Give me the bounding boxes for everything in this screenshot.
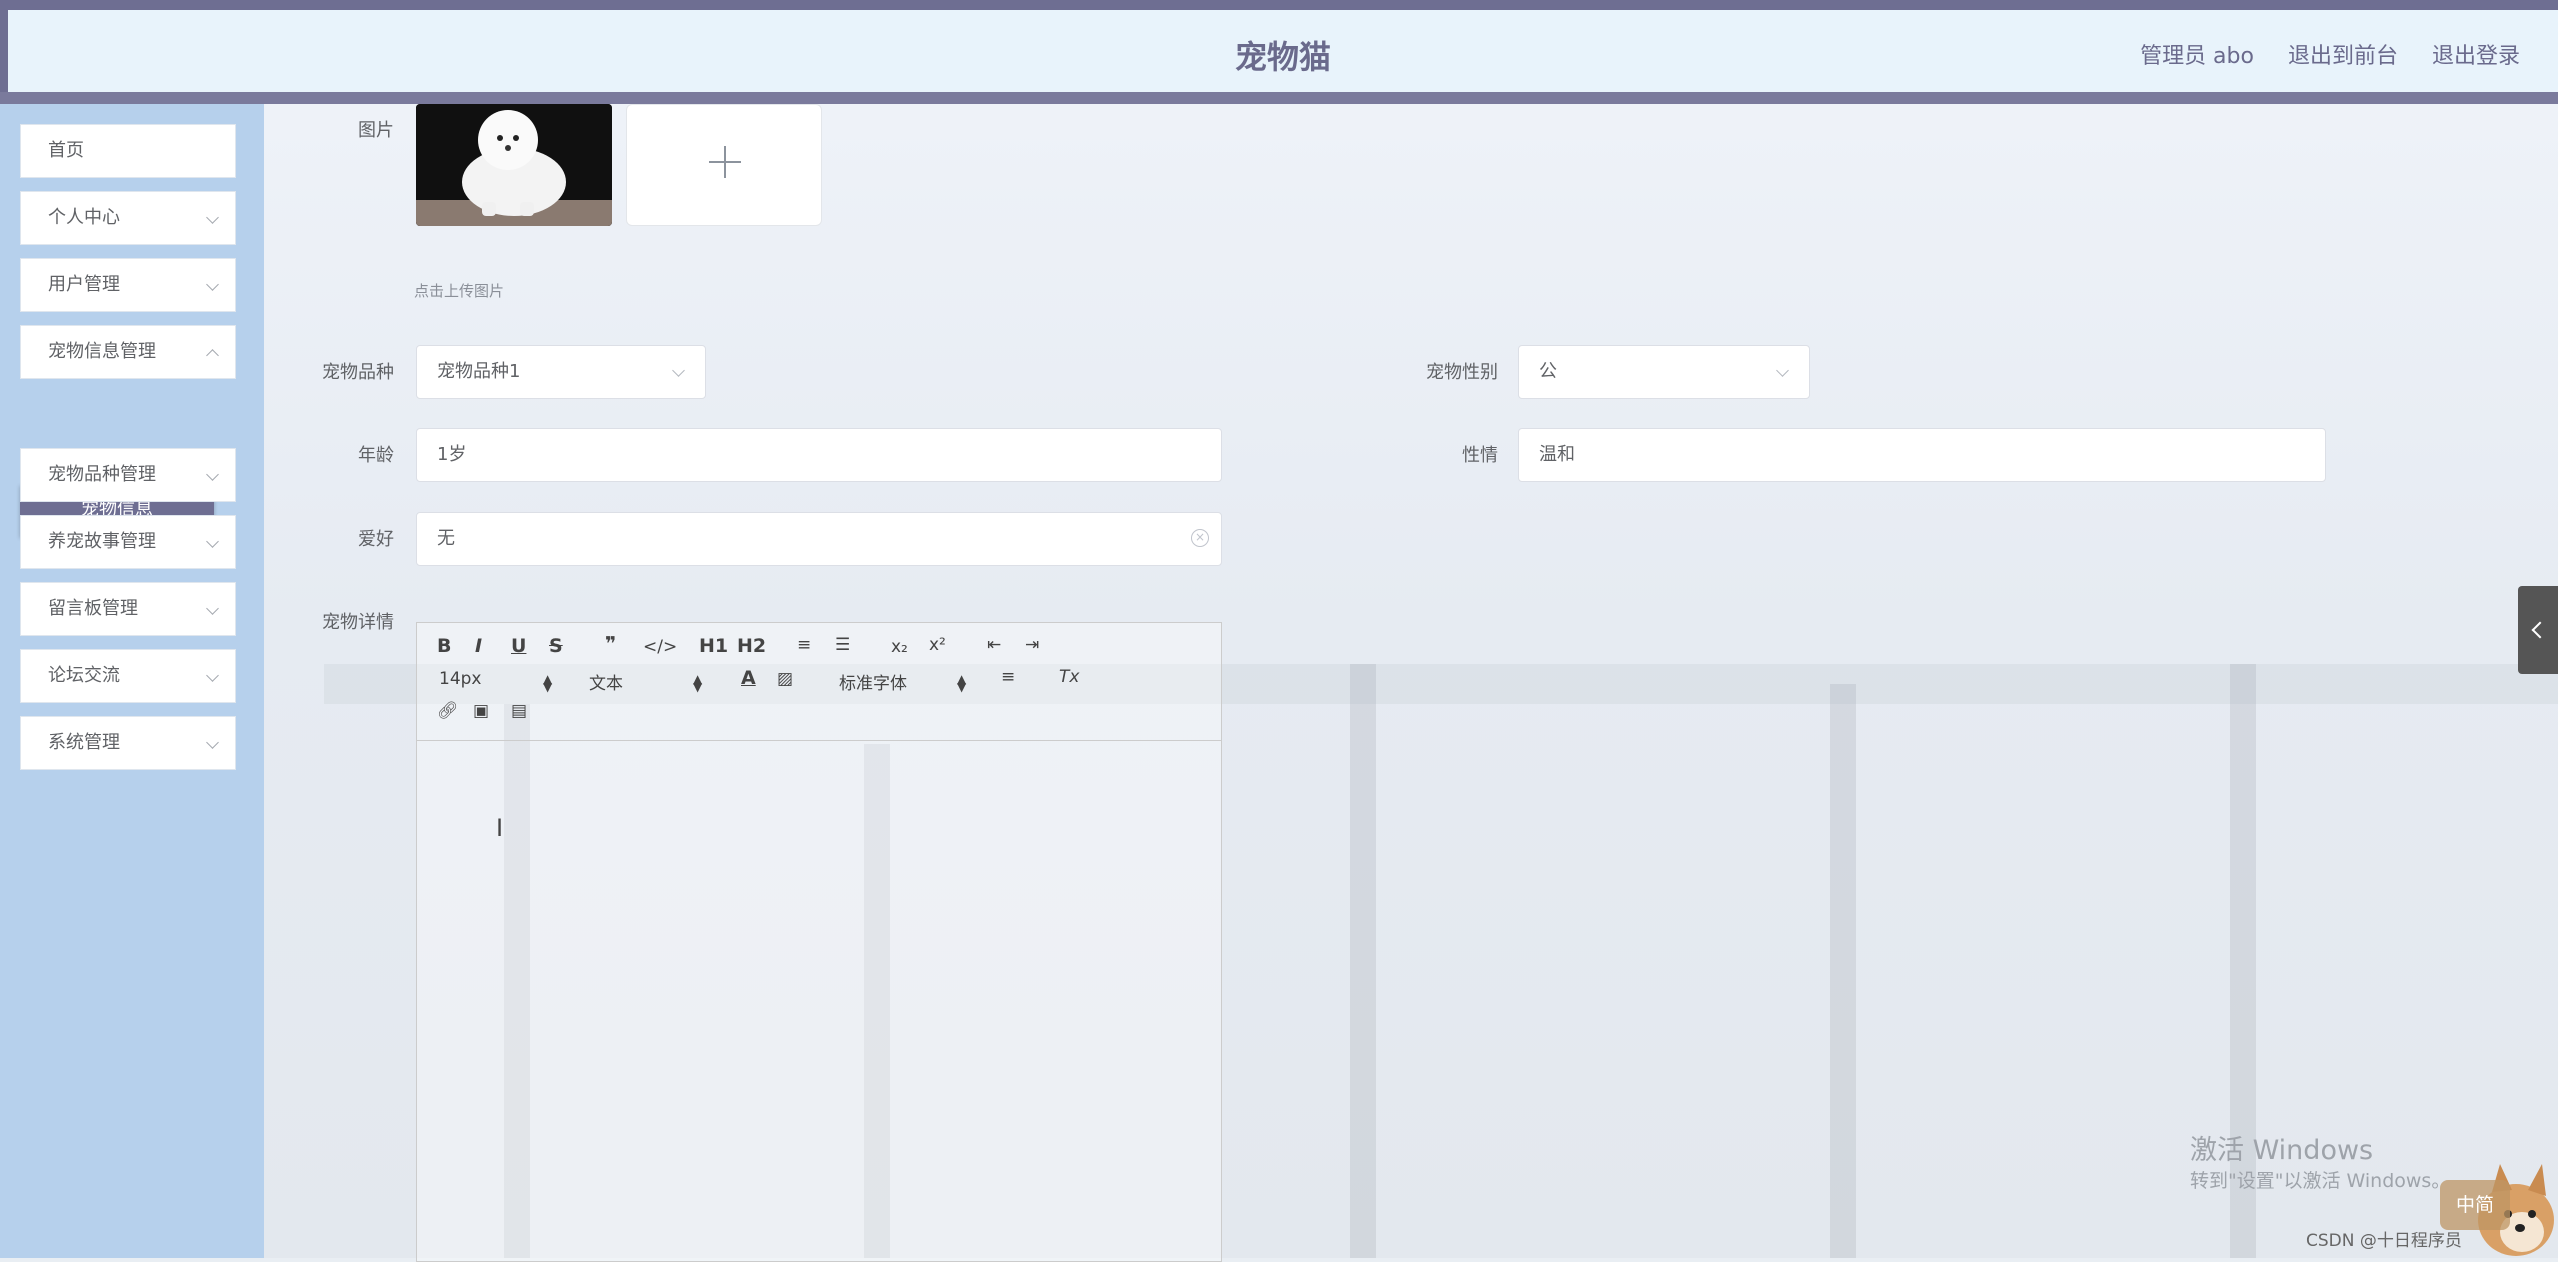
paragraph-select[interactable]: 文本 (589, 669, 623, 694)
chevron-down-icon (206, 602, 219, 615)
sidebar-item-personal-center[interactable]: 个人中心 (20, 191, 236, 245)
indent-icon[interactable]: ⇥ (1025, 635, 1039, 655)
sidebar-item-label: 首页 (48, 140, 84, 161)
sidebar-item-breed-management[interactable]: 宠物品种管理 (20, 448, 236, 502)
font-size-select[interactable]: 14px (439, 669, 481, 689)
temper-input-value: 温和 (1539, 444, 1575, 465)
windows-activation-title: 激活 Windows (2190, 1135, 2374, 1166)
font-family-select[interactable]: 标准字体 (839, 669, 907, 694)
chevron-down-icon (206, 669, 219, 682)
back-to-front-link[interactable]: 退出到前台 (2288, 38, 2398, 70)
gender-select-value: 公 (1539, 361, 1557, 382)
ime-badge: 中简 (2440, 1180, 2510, 1230)
chevron-down-icon (206, 211, 219, 224)
sidebar-item-system-management[interactable]: 系统管理 (20, 716, 236, 770)
chevron-down-icon (206, 535, 219, 548)
age-input[interactable]: 1岁 (416, 428, 1222, 482)
breed-select-value: 宠物品种1 (437, 361, 521, 382)
app-header: 宠物猫 管理员 abo 退出到前台 退出登录 (0, 10, 2558, 92)
breed-select[interactable]: 宠物品种1 (416, 345, 706, 399)
hobby-input-value: 无 (437, 528, 455, 549)
chevron-left-icon (2531, 621, 2549, 639)
bold-button[interactable]: B (437, 635, 451, 657)
age-input-value: 1岁 (437, 444, 467, 465)
heading2-button[interactable]: H2 (737, 635, 766, 657)
heading1-button[interactable]: H1 (699, 635, 728, 657)
superscript-button[interactable]: x² (929, 635, 946, 655)
sidebar-item-label: 用户管理 (48, 274, 120, 295)
image-icon[interactable]: ▣ (473, 701, 489, 721)
ordered-list-icon[interactable]: ≡ (797, 635, 811, 655)
background-decoration (1350, 664, 1376, 1258)
link-icon[interactable]: 🔗︎ (437, 701, 459, 721)
temper-label: 性情 (1462, 445, 1498, 466)
sidebar-item-label: 系统管理 (48, 732, 120, 753)
sidebar-item-forum[interactable]: 论坛交流 (20, 649, 236, 703)
sidebar-item-label: 宠物品种管理 (48, 464, 156, 485)
sidebar-item-label: 留言板管理 (48, 598, 138, 619)
temper-input[interactable]: 温和 (1518, 428, 2326, 482)
sidebar-item-story-management[interactable]: 养宠故事管理 (20, 515, 236, 569)
outdent-icon[interactable]: ⇤ (987, 635, 1001, 655)
header-links: 管理员 abo 退出到前台 退出登录 (2140, 38, 2520, 70)
font-color-icon[interactable]: A (741, 667, 756, 689)
side-panel-toggle[interactable] (2518, 586, 2558, 674)
sidebar-item-label: 个人中心 (48, 207, 120, 228)
code-block-button[interactable]: </> (643, 637, 677, 657)
chevron-up-icon (206, 349, 219, 362)
video-icon[interactable]: ▤ (511, 701, 527, 721)
hobby-input[interactable]: 无 × (416, 512, 1222, 566)
sidebar: 首页 个人中心 用户管理 宠物信息管理 宠物信息 宠物品种管理 养宠故事管理 留… (0, 104, 264, 1258)
upload-image-button[interactable] (626, 104, 822, 226)
sidebar-item-label: 论坛交流 (48, 665, 120, 686)
select-caret-icon: ▲ ▼ (957, 672, 967, 694)
clear-icon[interactable]: × (1191, 529, 1209, 547)
gender-label: 宠物性别 (1426, 362, 1498, 383)
upload-tip: 点击上传图片 (414, 282, 505, 300)
background-decoration (1830, 684, 1856, 1258)
uploaded-image-thumbnail[interactable] (416, 104, 612, 226)
chevron-down-icon (206, 468, 219, 481)
chevron-down-icon (206, 278, 219, 291)
dog-image (416, 104, 612, 226)
sidebar-item-pet-info-management[interactable]: 宠物信息管理 (20, 325, 236, 379)
text-cursor-icon: I (496, 814, 504, 842)
chevron-down-icon (672, 364, 685, 377)
hobby-label: 爱好 (358, 529, 394, 550)
sidebar-item-label: 宠物信息管理 (48, 341, 156, 362)
blockquote-button[interactable]: ❞ (605, 633, 616, 655)
plus-icon-vertical (724, 146, 726, 178)
background-color-icon[interactable]: ▨ (777, 669, 793, 689)
windows-activation-hint: 转到"设置"以激活 Windows。 (2190, 1170, 2451, 1192)
subscript-button[interactable]: x₂ (891, 637, 908, 657)
strikethrough-button[interactable]: S (549, 635, 563, 657)
bullet-list-icon[interactable]: ☰ (835, 635, 850, 655)
clear-format-icon[interactable]: Tx (1059, 667, 1079, 687)
sidebar-item-user-management[interactable]: 用户管理 (20, 258, 236, 312)
admin-label: 管理员 abo (2140, 44, 2254, 69)
select-caret-icon: ▲ ▼ (543, 672, 553, 694)
breed-label: 宠物品种 (322, 362, 394, 383)
chevron-down-icon (206, 736, 219, 749)
align-icon[interactable]: ≡ (1001, 667, 1015, 687)
sidebar-item-home[interactable]: 首页 (20, 124, 236, 178)
underline-button[interactable]: U (511, 635, 526, 657)
sidebar-item-message-board[interactable]: 留言板管理 (20, 582, 236, 636)
italic-button[interactable]: I (475, 635, 482, 657)
select-caret-icon: ▲ ▼ (693, 672, 703, 694)
age-label: 年龄 (358, 445, 394, 466)
sidebar-item-label: 养宠故事管理 (48, 531, 156, 552)
logout-link[interactable]: 退出登录 (2432, 38, 2520, 70)
header-divider (0, 92, 2558, 104)
gender-select[interactable]: 公 (1518, 345, 1810, 399)
image-label: 图片 (358, 120, 394, 141)
chevron-down-icon (1776, 364, 1789, 377)
rich-text-editor[interactable]: B I U S ❞ </> H1 H2 ≡ ☰ x₂ x² ⇤ ⇥ 14px ▲… (416, 622, 1222, 1262)
top-accent-bar (0, 0, 2558, 10)
detail-label: 宠物详情 (322, 612, 394, 633)
editor-toolbar: B I U S ❞ </> H1 H2 ≡ ☰ x₂ x² ⇤ ⇥ 14px ▲… (417, 623, 1221, 741)
